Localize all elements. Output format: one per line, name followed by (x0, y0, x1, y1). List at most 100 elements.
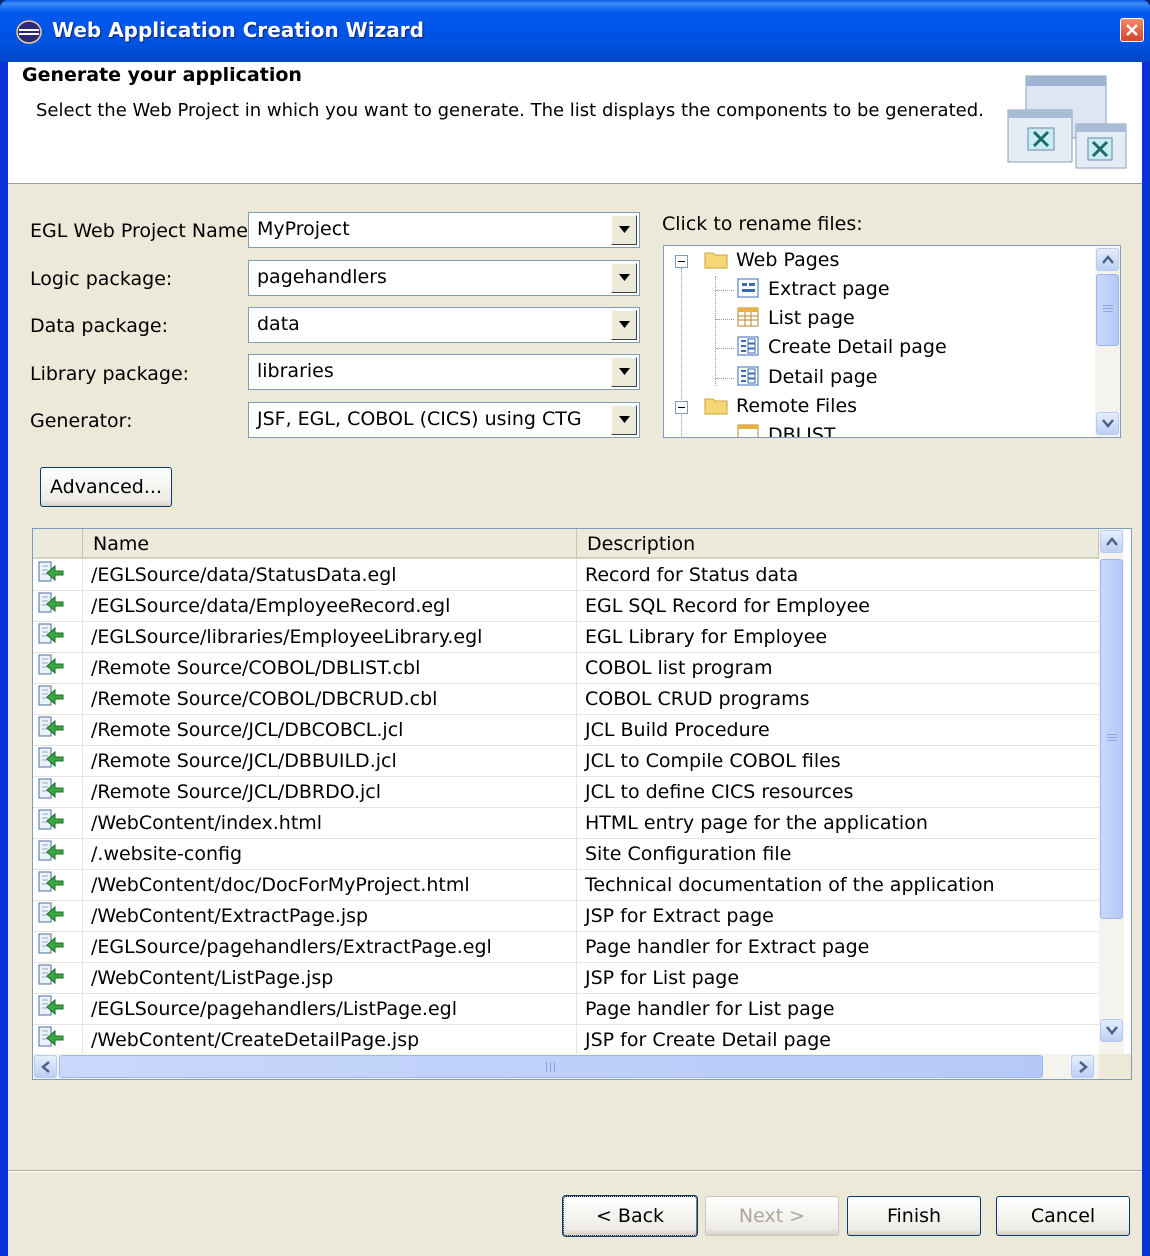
collapse-icon[interactable] (675, 255, 688, 268)
grip-line (1103, 311, 1113, 312)
tree-folder-web-pages[interactable]: Web Pages (704, 249, 839, 275)
table-row[interactable]: /Remote Source/JCL/DBCOBCL.jcl JCL Build … (33, 715, 1099, 746)
chevron-down-icon[interactable] (611, 357, 637, 387)
data-package-combo[interactable]: data (248, 307, 640, 343)
chevron-down-icon (1106, 1026, 1118, 1035)
tree-item-create-detail-page[interactable]: Create Detail page (736, 336, 947, 362)
row-description: Record for Status data (585, 564, 799, 586)
chevron-down-icon[interactable] (611, 263, 637, 293)
table-row[interactable]: /WebContent/doc/DocForMyProject.html Tech… (33, 870, 1099, 901)
chevron-down-icon[interactable] (611, 310, 637, 340)
scroll-thumb[interactable] (59, 1055, 1043, 1078)
row-name: /Remote Source/JCL/DBRDO.jcl (83, 777, 577, 808)
collapse-icon[interactable] (675, 401, 688, 414)
logic-package-combo[interactable]: pagehandlers (248, 260, 640, 296)
form-page-icon (737, 336, 759, 356)
close-button[interactable] (1120, 18, 1144, 42)
table-header: Name Description (33, 529, 1099, 559)
table-row[interactable]: /.website-config Site Configuration file (33, 839, 1099, 870)
scroll-right-button[interactable] (1071, 1055, 1094, 1078)
table-row[interactable]: /EGLSource/data/StatusData.egl Record for… (33, 560, 1099, 591)
generate-icon (33, 1025, 83, 1056)
generate-icon (33, 746, 83, 777)
advanced-button[interactable]: Advanced... (40, 467, 172, 507)
cancel-button[interactable]: Cancel (996, 1196, 1130, 1236)
generate-icon (33, 560, 83, 591)
table-row[interactable]: /EGLSource/pagehandlers/ListPage.egl Page… (33, 994, 1099, 1025)
row-description: JCL to define CICS resources (585, 781, 854, 803)
generate-icon (33, 777, 83, 808)
next-button[interactable]: Next > (705, 1196, 839, 1236)
generate-icon (33, 684, 83, 715)
row-name: /EGLSource/pagehandlers/ListPage.egl (83, 994, 577, 1025)
table-row[interactable]: /WebContent/CreateDetailPage.jsp JSP for … (33, 1025, 1099, 1056)
column-header-name[interactable]: Name (83, 529, 577, 559)
grip-line (554, 1062, 555, 1072)
tree-folder-remote-files[interactable]: Remote Files (704, 395, 857, 421)
table-row[interactable]: /EGLSource/pagehandlers/ExtractPage.egl P… (33, 932, 1099, 963)
table-row[interactable]: /Remote Source/COBOL/DBCRUD.cbl COBOL CRU… (33, 684, 1099, 715)
tree-item-extract-page[interactable]: Extract page (736, 278, 890, 304)
components-table[interactable]: Name Description /EGLSource/data/StatusD… (32, 528, 1132, 1080)
generate-icon (33, 622, 83, 653)
row-name: /WebContent/index.html (83, 808, 577, 839)
chevron-up-icon (1106, 537, 1118, 546)
scroll-up-button[interactable] (1096, 248, 1119, 271)
title-bar[interactable]: Web Application Creation Wizard (0, 0, 1150, 62)
table-row[interactable]: /EGLSource/libraries/EmployeeLibrary.egl… (33, 622, 1099, 653)
generator-label: Generator: (30, 410, 133, 432)
project-name-combo[interactable]: MyProject (248, 212, 640, 248)
tree-item-dblist[interactable]: DBLIST (736, 424, 836, 437)
table-row[interactable]: /Remote Source/JCL/DBBUILD.jcl JCL to Com… (33, 746, 1099, 777)
scroll-corner (1099, 1054, 1131, 1079)
chevron-right-icon (1079, 1061, 1088, 1073)
table-page-icon (737, 424, 759, 437)
table-horizontal-scrollbar[interactable] (33, 1054, 1099, 1079)
row-description: JSP for Create Detail page (585, 1029, 831, 1051)
logic-package-label: Logic package: (30, 268, 173, 290)
finish-button[interactable]: Finish (847, 1196, 981, 1236)
chevron-down-icon[interactable] (611, 405, 637, 435)
table-row[interactable]: /EGLSource/data/EmployeeRecord.egl EGL SQ… (33, 591, 1099, 622)
column-header-description[interactable]: Description (577, 529, 1099, 559)
project-name-label: EGL Web Project Name: (30, 220, 255, 242)
table-row[interactable]: /WebContent/ListPage.jsp JSP for List pag… (33, 963, 1099, 994)
table-row[interactable]: /WebContent/ExtractPage.jsp JSP for Extra… (33, 901, 1099, 932)
scroll-up-button[interactable] (1100, 530, 1123, 553)
table-row[interactable]: /WebContent/index.html HTML entry page fo… (33, 808, 1099, 839)
tree-line (715, 276, 716, 386)
tree-line (716, 348, 734, 349)
library-package-combo[interactable]: libraries (248, 354, 640, 390)
wizard-banner-icon (1006, 74, 1130, 177)
table-row[interactable]: /Remote Source/COBOL/DBLIST.cbl COBOL lis… (33, 653, 1099, 684)
jsp-page-icon (737, 278, 759, 298)
chevron-up-icon (1102, 255, 1114, 264)
scroll-down-button[interactable] (1100, 1019, 1123, 1042)
row-name: /Remote Source/JCL/DBCOBCL.jcl (83, 715, 577, 746)
back-button[interactable]: < Back (562, 1195, 698, 1237)
tree-folder-label: Web Pages (736, 249, 840, 271)
next-button-label: Next > (738, 1205, 806, 1227)
row-description: JSP for List page (585, 967, 740, 989)
generate-icon (33, 932, 83, 963)
tree-item-detail-page[interactable]: Detail page (736, 366, 877, 392)
scroll-thumb[interactable] (1100, 559, 1123, 919)
table-vertical-scrollbar[interactable] (1099, 529, 1124, 1054)
column-header-icon[interactable] (33, 529, 83, 559)
rename-files-tree[interactable]: Web Pages Extract page List page Create … (663, 245, 1121, 438)
chevron-down-icon[interactable] (611, 215, 637, 245)
tree-item-list-page[interactable]: List page (736, 307, 855, 333)
row-description: COBOL CRUD programs (585, 688, 810, 710)
row-description: Page handler for List page (585, 998, 835, 1020)
row-description: JCL to Compile COBOL files (585, 750, 841, 772)
generate-icon (33, 591, 83, 622)
scroll-left-button[interactable] (34, 1055, 57, 1078)
generator-combo[interactable]: JSF, EGL, COBOL (CICS) using CTG (248, 402, 640, 438)
tree-item-label: Extract page (768, 278, 890, 300)
table-row[interactable]: /Remote Source/JCL/DBRDO.jcl JCL to defin… (33, 777, 1099, 808)
scroll-down-button[interactable] (1096, 412, 1119, 435)
row-name: /WebContent/CreateDetailPage.jsp (83, 1025, 577, 1056)
tree-vertical-scrollbar[interactable] (1095, 247, 1120, 437)
scroll-thumb[interactable] (1096, 274, 1119, 346)
tree-item-label: List page (768, 307, 855, 329)
